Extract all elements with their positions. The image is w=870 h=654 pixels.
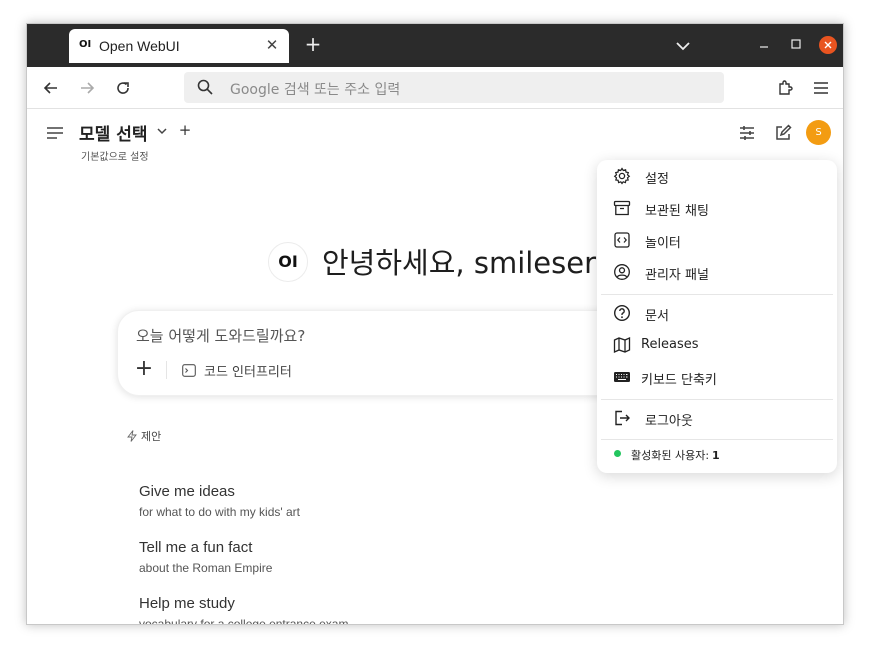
menu-divider: [601, 439, 833, 440]
tab-close-icon[interactable]: ✕: [263, 36, 281, 54]
browser-toolbar: Google 검색 또는 주소 입력: [27, 67, 843, 109]
suggestion-subtitle: for what to do with my kids' art: [139, 505, 301, 519]
archive-icon: [613, 200, 631, 216]
new-tab-icon[interactable]: +: [303, 34, 323, 54]
new-chat-edit-icon[interactable]: [773, 123, 793, 143]
title-bar: OI Open WebUI ✕ +: [27, 24, 843, 67]
menu-item-admin-panel[interactable]: 관리자 패널: [609, 259, 825, 285]
active-users-count: 1: [712, 449, 720, 462]
online-status-dot: [614, 450, 621, 457]
menu-item-label: 키보드 단축키: [641, 373, 717, 388]
menu-item-settings[interactable]: 설정: [609, 163, 825, 189]
suggestion-subtitle: about the Roman Empire: [139, 561, 273, 575]
tab-list-chevron-icon[interactable]: [673, 36, 693, 56]
user-menu-dropdown: 설정 보관된 채팅 놀이터 관리자 패널 문서 Releases 키보드 단축키…: [597, 160, 837, 473]
model-selector[interactable]: 모델 선택: [79, 120, 147, 145]
tab-title: Open WebUI: [99, 38, 180, 54]
suggestion-title: Help me study: [139, 595, 235, 612]
chevron-down-icon[interactable]: [155, 126, 169, 136]
controls-sliders-icon[interactable]: [737, 123, 757, 143]
suggestion-subtitle: vocabulary for a college entrance exam: [139, 617, 349, 625]
browser-window: OI Open WebUI ✕ + Google 검색 또는 주소 입력 모델 …: [26, 23, 844, 625]
set-default-link[interactable]: 기본값으로 설정: [81, 148, 149, 163]
tab-favicon-icon: OI: [79, 39, 92, 50]
menu-item-playground[interactable]: 놀이터: [609, 227, 825, 253]
code-icon: [614, 232, 630, 248]
keyboard-icon: [614, 372, 630, 382]
suggestion-item[interactable]: Give me ideas for what to do with my kid…: [139, 483, 439, 523]
menu-item-label: 로그아웃: [645, 414, 693, 429]
menu-item-logout[interactable]: 로그아웃: [609, 405, 825, 431]
forward-arrow-icon[interactable]: [77, 78, 97, 98]
maximize-icon[interactable]: [786, 34, 806, 54]
address-placeholder: Google 검색 또는 주소 입력: [230, 82, 401, 98]
chat-input-box: 오늘 어떻게 도와드릴까요? + 코드 인터프리터: [117, 310, 637, 396]
map-icon: [613, 336, 631, 354]
terminal-icon: [182, 364, 196, 377]
gear-icon: [613, 167, 631, 185]
code-interpreter-label: 코드 인터프리터: [204, 365, 292, 380]
menu-divider: [601, 399, 833, 400]
reload-icon[interactable]: [113, 78, 133, 98]
menu-divider: [601, 294, 833, 295]
menu-item-label: Releases: [641, 337, 699, 352]
minimize-icon[interactable]: [754, 34, 774, 54]
menu-item-label: 설정: [645, 172, 669, 187]
suggestion-title: Tell me a fun fact: [139, 539, 253, 556]
lightning-icon: [127, 430, 137, 442]
active-users-label: 활성화된 사용자:: [631, 449, 710, 462]
suggestions-label: 제안: [141, 430, 162, 443]
extensions-icon[interactable]: [775, 78, 795, 98]
logout-icon: [615, 410, 630, 426]
open-webui-logo: OI: [268, 242, 308, 282]
add-model-button[interactable]: +: [177, 121, 193, 139]
menu-item-label: 문서: [645, 309, 669, 324]
user-circle-icon: [614, 264, 630, 280]
menu-item-label: 놀이터: [645, 236, 681, 251]
suggestion-title: Give me ideas: [139, 483, 235, 500]
menu-item-label: 보관된 채팅: [645, 204, 709, 219]
attach-plus-icon[interactable]: +: [134, 358, 154, 380]
address-bar[interactable]: Google 검색 또는 주소 입력: [184, 72, 724, 103]
divider: [166, 361, 167, 379]
active-users-status: 활성화된 사용자: 1: [609, 444, 825, 464]
question-icon: [613, 304, 631, 322]
suggestion-item[interactable]: Help me study vocabulary for a college e…: [139, 595, 439, 625]
browser-tab[interactable]: OI Open WebUI ✕: [69, 29, 289, 63]
greeting-heading: 안녕하세요, smileserv: [322, 246, 614, 280]
sidebar-toggle-icon[interactable]: [45, 125, 65, 141]
suggestion-item[interactable]: Tell me a fun fact about the Roman Empir…: [139, 539, 439, 579]
user-avatar[interactable]: S: [806, 120, 831, 145]
menu-item-releases[interactable]: Releases: [609, 332, 825, 358]
menu-item-archived-chats[interactable]: 보관된 채팅: [609, 195, 825, 221]
chat-input[interactable]: 오늘 어떻게 도와드릴까요?: [136, 325, 305, 346]
browser-menu-icon[interactable]: [811, 78, 831, 98]
search-icon: [197, 79, 213, 95]
back-arrow-icon[interactable]: [41, 78, 61, 98]
active-users-text: 활성화된 사용자: 1: [631, 447, 720, 463]
menu-item-keyboard-shortcuts[interactable]: 키보드 단축키: [609, 364, 825, 390]
menu-item-docs[interactable]: 문서: [609, 300, 825, 326]
menu-item-label: 관리자 패널: [645, 268, 709, 283]
window-close-icon[interactable]: [819, 36, 837, 54]
